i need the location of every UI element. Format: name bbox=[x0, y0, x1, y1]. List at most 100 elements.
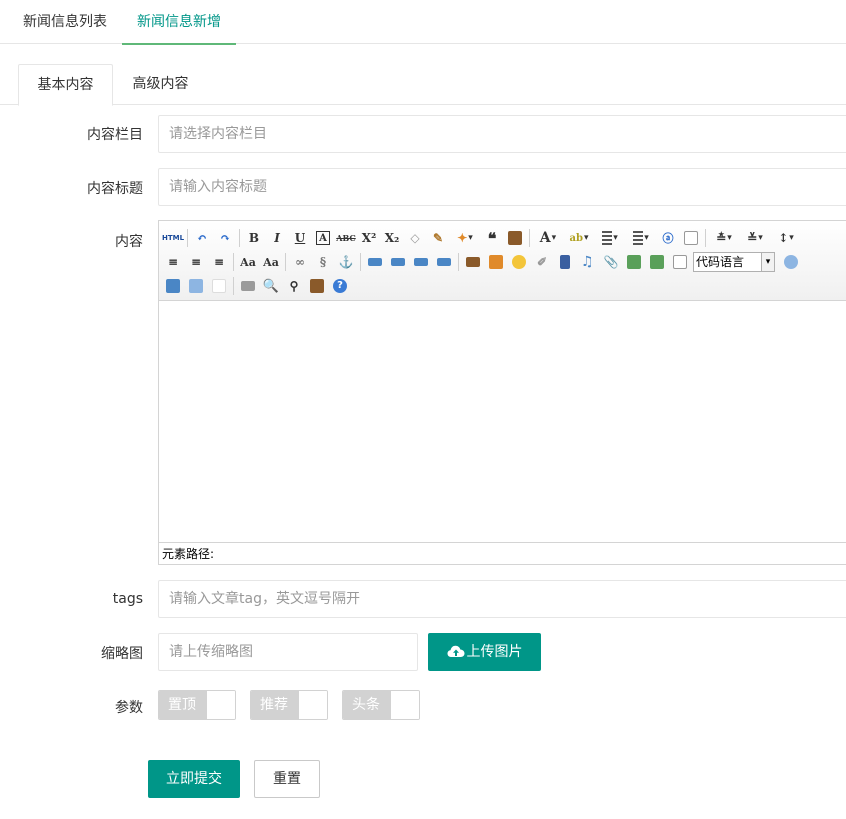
submit-button[interactable]: 立即提交 bbox=[148, 760, 240, 798]
columns-icon bbox=[189, 279, 203, 293]
switch-recommend[interactable]: 推荐 bbox=[250, 690, 328, 720]
insert-image-icon[interactable] bbox=[463, 252, 483, 272]
unordered-list-icon[interactable] bbox=[627, 228, 655, 248]
attachment-icon[interactable]: 📎 bbox=[601, 252, 621, 272]
toolbar-separator bbox=[187, 229, 188, 247]
redo-icon[interactable]: ↷ bbox=[215, 228, 235, 248]
select-all-icon[interactable]: ⓐ bbox=[658, 228, 678, 248]
ordered-list-icon[interactable] bbox=[596, 228, 624, 248]
paste-text-icon[interactable] bbox=[505, 228, 525, 248]
bold-icon[interactable]: B bbox=[244, 228, 264, 248]
tab-news-add[interactable]: 新闻信息新增 bbox=[122, 0, 236, 45]
image-left-icon[interactable] bbox=[388, 252, 408, 272]
title-input[interactable] bbox=[158, 168, 846, 206]
toolbar-separator bbox=[458, 253, 459, 271]
italic-icon[interactable]: I bbox=[267, 228, 287, 248]
table-delete-icon[interactable] bbox=[209, 276, 229, 296]
toolbar-separator bbox=[233, 253, 234, 271]
toolbar-row-3: 🔍 ⚲ ? bbox=[163, 275, 353, 297]
pagebreak-circle-icon bbox=[784, 255, 798, 269]
insert-table-icon[interactable] bbox=[163, 276, 183, 296]
image-center-icon[interactable] bbox=[434, 252, 454, 272]
switch-top[interactable]: 置顶 bbox=[158, 690, 236, 720]
printer-icon bbox=[241, 281, 255, 291]
format-brush-icon[interactable]: ✎ bbox=[428, 228, 448, 248]
unlink-icon[interactable]: § bbox=[313, 252, 333, 272]
search-replace-icon[interactable]: ⚲ bbox=[284, 276, 304, 296]
toolbar-separator bbox=[285, 253, 286, 271]
paste-icon bbox=[508, 231, 522, 245]
eraser-icon[interactable]: ◇ bbox=[405, 228, 425, 248]
thumbnail-label: 缩略图 bbox=[101, 646, 143, 662]
toolbar-separator bbox=[239, 229, 240, 247]
insert-frame-icon[interactable] bbox=[670, 252, 690, 272]
align-left-icon[interactable]: ≡ bbox=[163, 252, 183, 272]
toolbar-separator bbox=[233, 277, 234, 295]
emotion-icon[interactable] bbox=[509, 252, 529, 272]
scrawl-icon[interactable]: ✐ bbox=[532, 252, 552, 272]
code-language-select[interactable]: 代码语言 bbox=[693, 252, 775, 272]
link-icon[interactable]: ∞ bbox=[290, 252, 310, 272]
cloud-upload-icon bbox=[447, 645, 464, 657]
clipboard-icon bbox=[310, 279, 324, 293]
text-direction-rtl-icon[interactable]: Aa bbox=[261, 252, 281, 272]
row-spacing-bottom-icon[interactable]: ≚ bbox=[741, 228, 769, 248]
align-right-icon[interactable]: ≡ bbox=[186, 252, 206, 272]
tab-basic-content[interactable]: 基本内容 bbox=[18, 64, 113, 106]
align-justify-icon[interactable]: ≡ bbox=[209, 252, 229, 272]
page-break-icon[interactable] bbox=[781, 252, 801, 272]
upload-button-label: 上传图片 bbox=[466, 644, 523, 660]
underline-icon[interactable]: U bbox=[290, 228, 310, 248]
superscript-icon[interactable]: X² bbox=[359, 228, 379, 248]
image-none-icon[interactable] bbox=[365, 252, 385, 272]
image-layout-icon bbox=[391, 258, 405, 266]
film-icon bbox=[560, 255, 570, 269]
image-right-icon[interactable] bbox=[411, 252, 431, 272]
switch-headline-label: 头条 bbox=[343, 691, 392, 719]
help-button[interactable]: ? bbox=[330, 276, 350, 296]
font-border-icon[interactable]: A bbox=[316, 231, 330, 245]
column-select-input[interactable] bbox=[158, 115, 846, 153]
undo-icon[interactable]: ↶ bbox=[192, 228, 212, 248]
blockquote-icon[interactable]: ❝ bbox=[482, 228, 502, 248]
html-source-button[interactable]: HTML bbox=[162, 228, 184, 248]
tags-label: tags bbox=[112, 591, 143, 607]
row-spacing-top-icon[interactable]: ≛ bbox=[710, 228, 738, 248]
drafts-icon[interactable] bbox=[307, 276, 327, 296]
switch-headline[interactable]: 头条 bbox=[342, 690, 420, 720]
auto-format-icon[interactable]: ✦ bbox=[451, 228, 479, 248]
column-label: 内容栏目 bbox=[87, 127, 143, 143]
list-lines-icon bbox=[633, 231, 644, 245]
list-lines-icon bbox=[602, 231, 613, 245]
text-direction-ltr-icon[interactable]: Aa bbox=[238, 252, 258, 272]
music-icon[interactable]: ♫ bbox=[578, 252, 598, 272]
image-layout-icon bbox=[368, 258, 382, 266]
table-columns-icon[interactable] bbox=[186, 276, 206, 296]
tags-input[interactable] bbox=[158, 580, 846, 618]
gmap-icon[interactable] bbox=[647, 252, 667, 272]
print-icon[interactable] bbox=[238, 276, 258, 296]
insert-video-icon[interactable] bbox=[555, 252, 575, 272]
anchor-icon[interactable]: ⚓ bbox=[336, 252, 356, 272]
content-label: 内容 bbox=[115, 234, 143, 250]
font-color-icon[interactable]: A bbox=[534, 228, 562, 248]
subscript-icon[interactable]: X₂ bbox=[382, 228, 402, 248]
line-height-icon[interactable]: ↕ bbox=[772, 228, 800, 248]
blank-doc-icon bbox=[212, 279, 226, 293]
reset-button[interactable]: 重置 bbox=[254, 760, 320, 798]
background-color-icon[interactable]: ab bbox=[565, 228, 593, 248]
multi-image-icon[interactable] bbox=[486, 252, 506, 272]
toolbar-separator bbox=[705, 229, 706, 247]
tab-advanced-content[interactable]: 高级内容 bbox=[113, 64, 208, 105]
content-tab-bar: 基本内容 高级内容 bbox=[0, 64, 846, 106]
thumbnail-input[interactable] bbox=[158, 633, 418, 671]
preview-icon[interactable]: 🔍 bbox=[261, 276, 281, 296]
clear-doc-icon[interactable] bbox=[681, 228, 701, 248]
top-tab-bar: 新闻信息列表 新闻信息新增 bbox=[0, 0, 846, 45]
tab-news-list[interactable]: 新闻信息列表 bbox=[8, 0, 122, 44]
map-icon[interactable] bbox=[624, 252, 644, 272]
toolbar-separator bbox=[360, 253, 361, 271]
strikethrough-icon[interactable]: ABC bbox=[336, 228, 356, 248]
editor-content-area[interactable] bbox=[159, 302, 846, 543]
upload-image-button[interactable]: 上传图片 bbox=[428, 633, 541, 671]
